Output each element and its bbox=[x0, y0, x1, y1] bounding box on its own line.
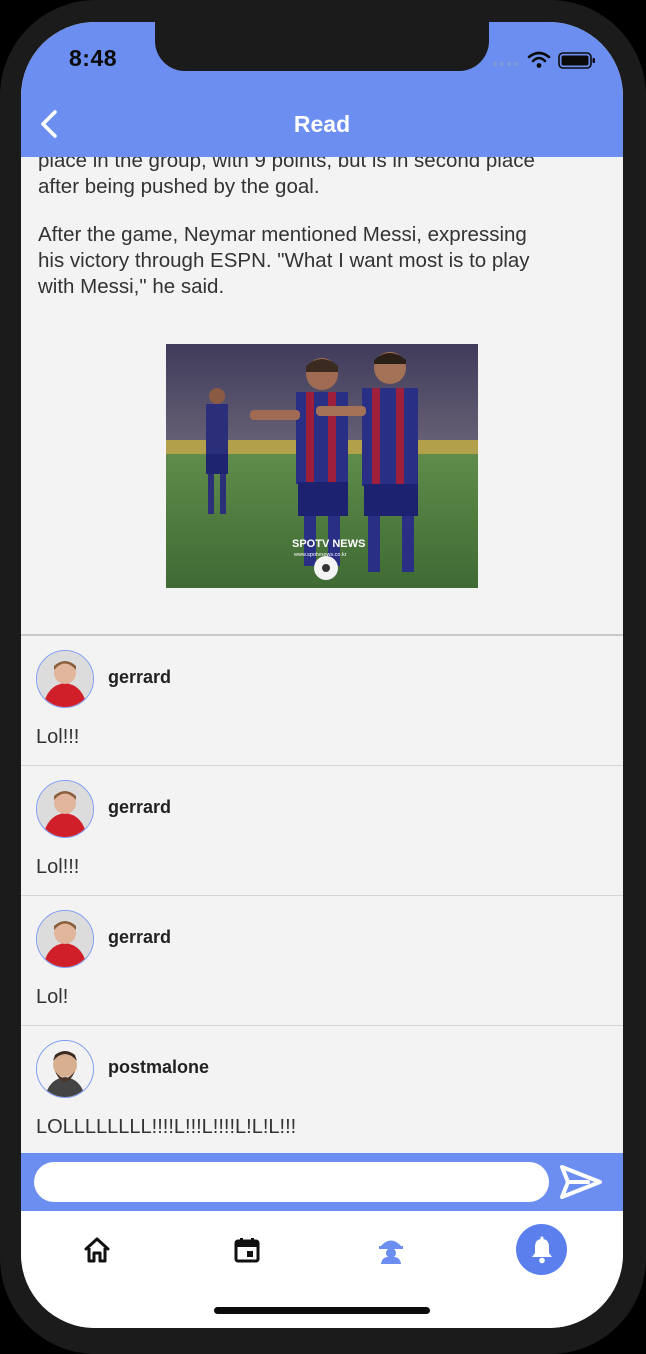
comment-item: gerrard Lol!!! bbox=[21, 636, 623, 766]
article-line: After the game, Neymar mentioned Messi, … bbox=[38, 223, 527, 246]
article-content: place in the group, with 9 points, but i… bbox=[21, 157, 623, 1153]
image-watermark-url: www.spotvnews.co.kr bbox=[293, 552, 347, 558]
send-icon bbox=[560, 1165, 602, 1199]
page-title: Read bbox=[293, 111, 351, 137]
comment-item: postmalone LOLLLLLLLL!!!!L!!!L!!!!L!L!L!… bbox=[21, 1026, 623, 1153]
article-line: with Messi," he said. bbox=[38, 275, 225, 298]
gerrard-avatar-icon bbox=[37, 651, 93, 707]
avatar[interactable] bbox=[36, 910, 94, 968]
article-line: his victory through ESPN. "What I want m… bbox=[38, 249, 530, 272]
avatar[interactable] bbox=[36, 650, 94, 708]
home-indicator bbox=[214, 1307, 430, 1314]
tab-notifications[interactable] bbox=[516, 1224, 567, 1275]
gerrard-avatar-icon bbox=[37, 781, 93, 837]
tab-home[interactable] bbox=[76, 1229, 118, 1271]
tab-community[interactable] bbox=[370, 1229, 412, 1271]
comment-item: gerrard Lol! bbox=[21, 896, 623, 1026]
comment-input[interactable] bbox=[34, 1162, 549, 1202]
comment-username: gerrard bbox=[108, 667, 172, 687]
community-icon bbox=[379, 1240, 403, 1264]
status-icons bbox=[491, 50, 597, 70]
image-watermark: SPOTV NEWS bbox=[292, 538, 365, 550]
comment-text: Lol!!! bbox=[36, 726, 80, 748]
comment-username: postmalone bbox=[108, 1057, 210, 1077]
screen: 8:48 Read place in the group, with 9 poi… bbox=[21, 22, 623, 1328]
comment-text: Lol!!! bbox=[36, 856, 80, 878]
article-paragraph-2: After the game, Neymar mentioned Messi, … bbox=[38, 222, 598, 300]
send-button[interactable] bbox=[558, 1162, 604, 1202]
article-paragraph-1: place in the group, with 9 points, but i… bbox=[38, 157, 598, 200]
postmalone-avatar-icon bbox=[37, 1041, 93, 1097]
comment-composer bbox=[21, 1153, 623, 1211]
avatar[interactable] bbox=[36, 780, 94, 838]
comment-username: gerrard bbox=[108, 797, 172, 817]
header-bar: 8:48 Read bbox=[21, 22, 623, 157]
tab-calendar[interactable] bbox=[226, 1229, 268, 1271]
article-line: after being pushed by the goal. bbox=[38, 175, 320, 198]
wifi-icon bbox=[527, 51, 551, 63]
gerrard-avatar-icon bbox=[37, 911, 93, 967]
comment-username: gerrard bbox=[108, 927, 172, 947]
bell-icon bbox=[531, 1236, 552, 1263]
battery-icon bbox=[558, 52, 595, 69]
home-icon bbox=[84, 1237, 110, 1263]
avatar[interactable] bbox=[36, 1040, 94, 1098]
comment-item: gerrard Lol!!! bbox=[21, 766, 623, 896]
comment-text: LOLLLLLLLL!!!!L!!!L!!!!L!L!L!!! bbox=[36, 1116, 297, 1138]
status-time: 8:48 bbox=[69, 45, 118, 71]
comment-text: Lol! bbox=[36, 986, 69, 1008]
article-image: SPOTV NEWS www.spotvnews.co.kr bbox=[166, 344, 478, 588]
article-line: place in the group, with 9 points, but i… bbox=[38, 157, 535, 172]
bottom-tab-bar bbox=[21, 1211, 623, 1328]
calendar-icon bbox=[234, 1238, 260, 1263]
device-frame: 8:48 Read place in the group, with 9 poi… bbox=[0, 0, 646, 1354]
device-notch bbox=[155, 22, 489, 71]
signal-icon bbox=[492, 61, 519, 67]
